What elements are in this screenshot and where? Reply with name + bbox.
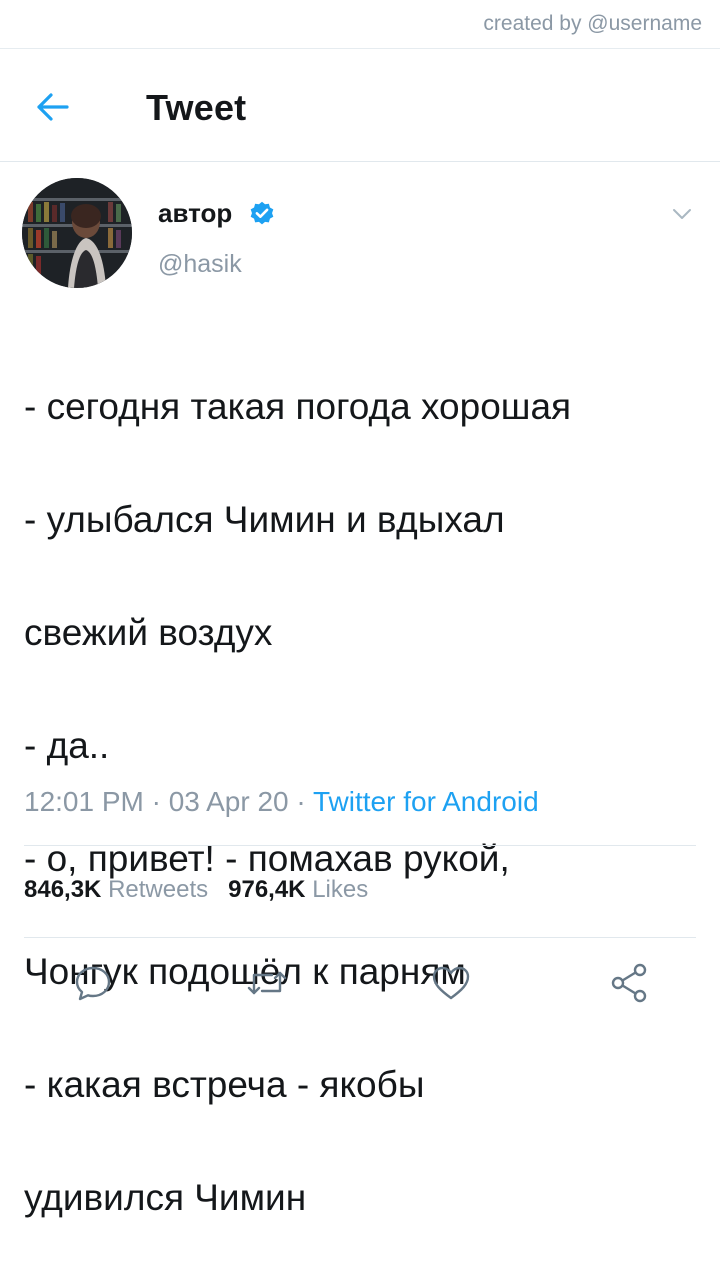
action-bar	[0, 958, 720, 1018]
tweet-line: - сегодня такая погода хорошая	[24, 385, 572, 427]
reply-icon	[75, 966, 111, 1001]
arrow-left-icon	[37, 93, 69, 121]
retweet-icon	[247, 971, 287, 995]
tweet-header: Tweet	[0, 49, 720, 162]
avatar[interactable]	[22, 178, 132, 288]
verified-badge-icon	[250, 201, 274, 225]
author-handle[interactable]: @hasik	[158, 250, 242, 279]
tweet-line: - какая встреча - якобы	[24, 1063, 425, 1105]
tweet-line: - да..	[24, 724, 110, 766]
likes-stat[interactable]: 976,4K Likes	[228, 876, 368, 903]
like-icon	[432, 966, 470, 1000]
likes-label: Likes	[312, 876, 369, 903]
retweets-count: 846,3K	[24, 876, 102, 903]
tweet-line: удивился Чимин	[24, 1176, 307, 1218]
tweet-line: свежий воздух	[24, 611, 273, 653]
divider	[24, 937, 696, 938]
divider	[24, 845, 696, 846]
tweet-stats: 846,3K Retweets 976,4K Likes	[24, 876, 368, 904]
like-button[interactable]	[426, 958, 476, 1008]
credit-text: created by @username	[483, 12, 702, 35]
page-title: Tweet	[146, 87, 247, 128]
tweet-timestamp: 12:01 PM · 03 Apr 20 ·	[24, 786, 313, 817]
tweet-line: - улыбался Чимин и вдыхал	[24, 498, 505, 540]
chevron-down-icon[interactable]	[670, 202, 694, 226]
retweets-label: Retweets	[108, 876, 209, 903]
back-button[interactable]	[32, 87, 72, 127]
author-row: автор @hasik	[0, 178, 720, 298]
retweets-stat[interactable]: 846,3K Retweets	[24, 876, 208, 903]
share-button[interactable]	[604, 958, 654, 1008]
tweet-meta: 12:01 PM · 03 Apr 20 · Twitter for Andro…	[24, 786, 539, 818]
reply-button[interactable]	[68, 958, 118, 1008]
retweet-button[interactable]	[242, 958, 292, 1008]
tweet-source-link[interactable]: Twitter for Android	[313, 786, 539, 817]
share-icon	[611, 963, 647, 1003]
avatar-image	[22, 178, 132, 288]
author-name[interactable]: автор	[158, 198, 232, 229]
likes-count: 976,4K	[228, 876, 306, 903]
